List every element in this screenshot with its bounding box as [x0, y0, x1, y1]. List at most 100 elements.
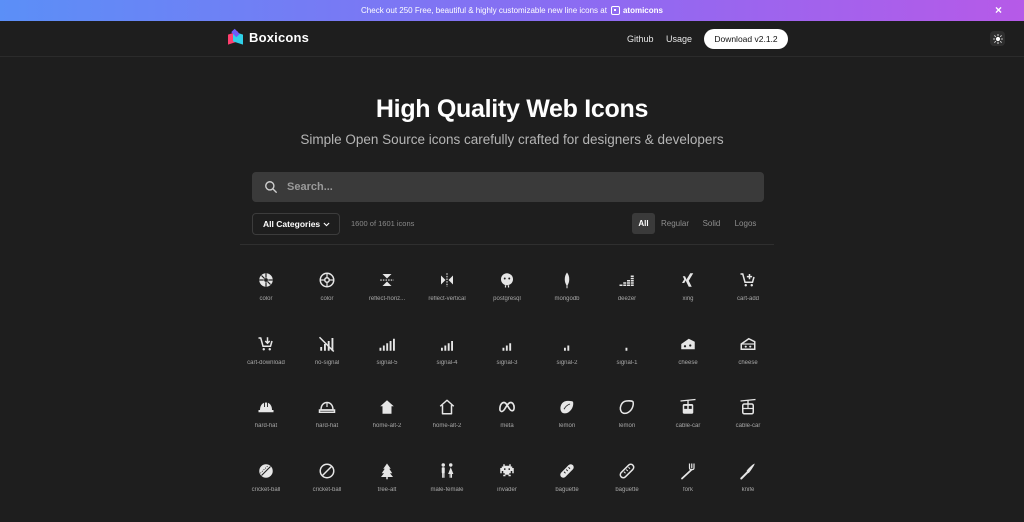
usage-link[interactable]: Usage	[666, 34, 692, 44]
atomicons-link[interactable]: atomicons	[610, 6, 663, 15]
icon-cell[interactable]: reflect-horiz...	[357, 271, 417, 321]
icon-label: reflect-vertical	[428, 296, 466, 302]
icon-cell[interactable]: xing	[658, 271, 718, 321]
lemon-icon	[618, 398, 636, 416]
icon-cell[interactable]: hard-hat	[297, 398, 357, 448]
icon-label: cheese	[738, 360, 758, 366]
icon-cell[interactable]: postgresql	[477, 271, 537, 321]
reflect-horiz-icon	[378, 271, 396, 289]
icon-cell[interactable]: cricket-ball	[236, 462, 296, 512]
icon-label: reflect-horiz...	[368, 296, 406, 302]
icon-cell[interactable]: signal-5	[357, 335, 417, 385]
icon-cell[interactable]: signal-1	[597, 335, 657, 385]
icon-cell[interactable]: knife	[718, 462, 778, 512]
boxicons-logo-icon	[228, 28, 243, 45]
invader-icon	[498, 462, 516, 480]
category-select[interactable]: All Categories	[252, 213, 340, 235]
icon-cell[interactable]: signal-3	[477, 335, 537, 385]
icon-cell[interactable]: signal-4	[417, 335, 477, 385]
icon-cell[interactable]: invader	[477, 462, 537, 512]
download-button[interactable]: Download v2.1.2	[704, 29, 788, 49]
icon-label: color	[320, 296, 334, 302]
logo[interactable]: Boxicons	[228, 28, 310, 45]
baguette-icon	[558, 462, 576, 480]
icon-label: deezer	[617, 296, 637, 302]
icon-count: 1600 of 1601 icons	[351, 219, 415, 228]
signal-2-icon	[558, 335, 576, 353]
hard-hat-icon	[257, 398, 275, 416]
filter-regular[interactable]: Regular	[658, 213, 692, 234]
icon-cell[interactable]: male-female	[417, 462, 477, 512]
icon-cell[interactable]: meta	[477, 398, 537, 448]
mongodb-icon	[558, 271, 576, 289]
postgresql-icon	[498, 271, 516, 289]
signal-4-icon	[438, 335, 456, 353]
home-alt-2-icon	[378, 398, 396, 416]
icon-label: signal-5	[376, 360, 398, 366]
icon-cell[interactable]: no-signal	[297, 335, 357, 385]
color-icon	[318, 271, 336, 289]
icon-cell[interactable]: hard-hat	[236, 398, 296, 448]
color-icon	[257, 271, 275, 289]
lemon-icon	[558, 398, 576, 416]
cable-car-icon	[739, 398, 757, 416]
deezer-icon	[618, 271, 636, 289]
category-select-label: All Categories	[263, 219, 321, 229]
icon-cell[interactable]: home-alt-2	[357, 398, 417, 448]
icon-cell[interactable]: baguette	[597, 462, 657, 512]
icon-cell[interactable]: color	[236, 271, 296, 321]
page-subtitle: Simple Open Source icons carefully craft…	[300, 132, 724, 147]
icon-label: signal-2	[556, 360, 578, 366]
icon-cell[interactable]: color	[297, 271, 357, 321]
icon-label: no-signal	[314, 360, 340, 366]
icon-cell[interactable]: lemon	[537, 398, 597, 448]
icon-cell[interactable]: cable-car	[658, 398, 718, 448]
knife-icon	[739, 462, 757, 480]
filter-logos[interactable]: Logos	[730, 213, 761, 234]
xing-icon	[679, 271, 697, 289]
icon-cell[interactable]: signal-2	[537, 335, 597, 385]
icon-cell[interactable]: cheese	[718, 335, 778, 385]
icon-cell[interactable]: cable-car	[718, 398, 778, 448]
navbar: Boxicons Github Usage Download v2.1.2	[0, 21, 1024, 57]
icon-label: mongodb	[554, 296, 580, 302]
icon-cell[interactable]: cart-add	[718, 271, 778, 321]
logo-text: Boxicons	[249, 30, 310, 45]
icon-cell[interactable]: lemon	[597, 398, 657, 448]
cricket-ball-icon	[318, 462, 336, 480]
male-female-icon	[438, 462, 456, 480]
icon-cell[interactable]: cricket-ball	[297, 462, 357, 512]
icon-label: hard-hat	[254, 423, 278, 429]
icon-cell[interactable]: baguette	[537, 462, 597, 512]
icon-label: invader	[497, 487, 517, 493]
close-icon[interactable]: ×	[995, 3, 1002, 17]
divider	[240, 244, 774, 245]
atomicons-icon	[610, 6, 620, 15]
signal-5-icon	[378, 335, 396, 353]
cricket-ball-icon	[257, 462, 275, 480]
icon-cell[interactable]: cart-download	[236, 335, 296, 385]
icon-cell[interactable]: mongodb	[537, 271, 597, 321]
cart-add-icon	[739, 271, 757, 289]
github-link[interactable]: Github	[627, 34, 654, 44]
icon-cell[interactable]: home-alt-2	[417, 398, 477, 448]
icon-label: cricket-ball	[251, 487, 281, 493]
icon-label: fork	[682, 487, 693, 493]
cheese-icon	[739, 335, 757, 353]
icon-label: postgresql	[493, 296, 521, 302]
filter-all[interactable]: All	[632, 213, 655, 234]
icon-cell[interactable]: reflect-vertical	[417, 271, 477, 321]
signal-3-icon	[498, 335, 516, 353]
icon-cell[interactable]: fork	[658, 462, 718, 512]
icon-label: baguette	[615, 487, 639, 493]
atomicons-label: atomicons	[622, 6, 663, 15]
hard-hat-icon	[318, 398, 336, 416]
icon-cell[interactable]: deezer	[597, 271, 657, 321]
icon-cell[interactable]: cheese	[658, 335, 718, 385]
filter-solid[interactable]: Solid	[698, 213, 725, 234]
icon-label: color	[259, 296, 273, 302]
icon-cell[interactable]: tree-alt	[357, 462, 417, 512]
search-input[interactable]	[287, 181, 727, 193]
theme-toggle-button[interactable]	[990, 31, 1005, 46]
search-icon	[265, 181, 277, 193]
